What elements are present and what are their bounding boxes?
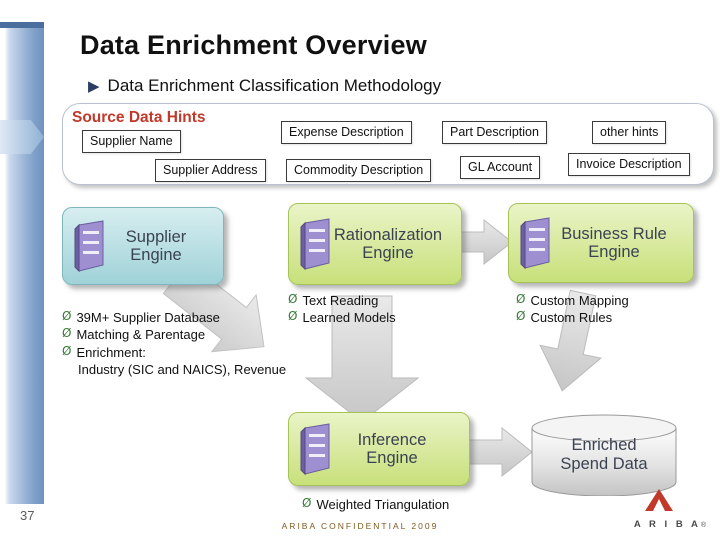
triangle-bullet-icon: ▶ bbox=[88, 77, 100, 95]
server-icon bbox=[520, 217, 550, 270]
subtitle-row: ▶ Data Enrichment Classification Methodo… bbox=[88, 76, 441, 96]
hint-supplier-name[interactable]: Supplier Name bbox=[82, 130, 181, 153]
registered-trademark-icon: ® bbox=[700, 522, 706, 529]
list-item: Ø Weighted Triangulation bbox=[302, 496, 449, 513]
arrow-bullet-icon: Ø bbox=[516, 309, 526, 324]
list-item: Ø Custom Rules bbox=[516, 309, 629, 326]
list-item-label: Text Reading bbox=[302, 293, 379, 308]
arrow-bullet-icon: Ø bbox=[516, 292, 526, 306]
hint-other-hints[interactable]: other hints bbox=[592, 121, 667, 144]
rationalization-engine-bullets: Ø Text Reading Ø Learned Models bbox=[288, 292, 396, 327]
source-data-hints-title: Source Data Hints bbox=[72, 109, 206, 126]
ariba-logo-icon bbox=[645, 489, 673, 511]
supplier-engine-bullets: Ø 39M+ Supplier Database Ø Matching & Pa… bbox=[62, 309, 286, 378]
arrow-bullet-icon: Ø bbox=[62, 343, 72, 358]
list-item: Ø 39M+ Supplier Database bbox=[62, 309, 286, 326]
list-item-label: Custom Rules bbox=[530, 310, 613, 326]
server-icon bbox=[74, 220, 104, 273]
business-rule-engine-bullets: Ø Custom Mapping Ø Custom Rules bbox=[516, 292, 629, 327]
list-item-label: Weighted Triangulation bbox=[316, 497, 450, 512]
arrow-bullet-icon: Ø bbox=[288, 309, 298, 324]
list-item-label: Custom Mapping bbox=[530, 293, 629, 308]
left-band-accent-bar bbox=[0, 22, 44, 28]
arrow-bullet-icon: Ø bbox=[62, 326, 72, 341]
arrow-bullet-icon: Ø bbox=[62, 309, 72, 323]
server-icon bbox=[300, 218, 330, 271]
list-item-label: Enrichment: bbox=[76, 344, 146, 360]
hint-gl-account[interactable]: GL Account bbox=[460, 156, 541, 179]
hint-invoice-description[interactable]: Invoice Description bbox=[568, 153, 690, 176]
inference-engine-box[interactable]: Inference Engine bbox=[288, 412, 470, 486]
rationalization-engine-box[interactable]: Rationalization Engine bbox=[288, 203, 462, 285]
server-icon bbox=[300, 423, 330, 476]
ariba-logo: A R I B A® bbox=[634, 514, 706, 532]
confidentiality-notice: ARIBA CONFIDENTIAL 2009 bbox=[281, 521, 439, 531]
list-item-label: Matching & Parentage bbox=[76, 327, 206, 343]
ariba-wordmark: A R I B A bbox=[633, 519, 701, 530]
supplier-engine-box[interactable]: Supplier Engine bbox=[62, 207, 224, 285]
list-item-continuation: Industry (SIC and NAICS), Revenue bbox=[78, 361, 287, 377]
hint-supplier-address[interactable]: Supplier Address bbox=[155, 159, 266, 182]
list-item: Ø Learned Models bbox=[288, 309, 396, 326]
page-title: Data Enrichment Overview bbox=[80, 30, 427, 60]
list-item: Ø Custom Mapping bbox=[516, 292, 629, 309]
hint-expense-description[interactable]: Expense Description bbox=[281, 121, 412, 144]
left-decorative-band bbox=[0, 0, 44, 540]
list-item-label: Learned Models bbox=[302, 310, 396, 326]
hint-part-description[interactable]: Part Description bbox=[442, 121, 547, 144]
subtitle-text: Data Enrichment Classification Methodolo… bbox=[107, 76, 442, 95]
left-band-top-spacer bbox=[0, 0, 44, 22]
list-item-label: 39M+ Supplier Database bbox=[76, 310, 220, 325]
list-item: Ø Matching & Parentage bbox=[62, 326, 286, 343]
business-rule-engine-box[interactable]: Business Rule Engine bbox=[508, 203, 694, 283]
arrow-bullet-icon: Ø bbox=[288, 292, 298, 306]
list-item: Ø Text Reading bbox=[288, 292, 396, 309]
enriched-spend-data-label: Enriched Spend Data bbox=[560, 436, 648, 473]
list-item: Ø Enrichment: bbox=[62, 344, 286, 361]
inference-engine-bullets: Ø Weighted Triangulation bbox=[302, 496, 449, 513]
hint-commodity-description[interactable]: Commodity Description bbox=[286, 159, 432, 182]
arrow-bullet-icon: Ø bbox=[302, 496, 312, 510]
